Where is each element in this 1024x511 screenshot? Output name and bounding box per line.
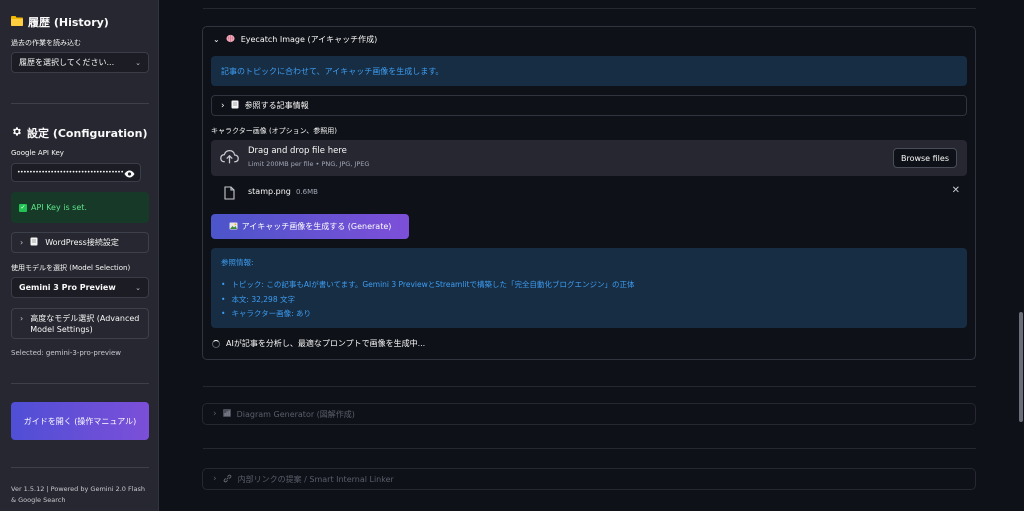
- article-info-expander[interactable]: › 参照する記事情報: [211, 95, 967, 116]
- brain-icon: [226, 34, 235, 45]
- file-dropzone[interactable]: Drag and drop file here Limit 200MB per …: [211, 140, 967, 176]
- scrollbar[interactable]: [1018, 0, 1024, 511]
- model-select[interactable]: Gemini 3 Pro Preview ⌄: [11, 277, 149, 298]
- reference-title: 参照情報:: [221, 258, 254, 267]
- config-heading-text: 設定 (Configuration): [27, 127, 148, 140]
- spinner-icon: [212, 339, 220, 348]
- chevron-right-icon: ›: [213, 409, 217, 419]
- chevron-right-icon: ›: [20, 314, 24, 323]
- chevron-down-icon: ⌄: [135, 283, 141, 292]
- memo-icon: [231, 100, 239, 111]
- chevron-down-icon: ⌄: [135, 58, 141, 67]
- sidebar: 履歴 (History) 過去の作業を読み込む 履歴を選択してください... ⌄…: [0, 0, 159, 511]
- generate-button-label: アイキャッチ画像を生成する (Generate): [241, 222, 392, 231]
- dropzone-title: Drag and drop file here: [248, 146, 347, 156]
- browse-files-button[interactable]: Browse files: [892, 148, 957, 168]
- sidebar-divider: [11, 103, 149, 104]
- character-image-label: キャラクター画像 (オプション、参照用): [211, 127, 337, 135]
- advanced-model-expander[interactable]: › 高度なモデル選択 (Advanced Model Settings): [11, 308, 149, 339]
- eyecatch-info-alert: 記事のトピックに合わせて、アイキャッチ画像を生成します。: [211, 56, 967, 86]
- scrollbar-thumb[interactable]: [1019, 312, 1023, 422]
- link-icon: [223, 474, 232, 485]
- list-item: 本文: 32,298 文字: [221, 293, 634, 308]
- open-guide-button[interactable]: ガイドを開く (操作マニュアル): [11, 402, 149, 440]
- api-key-status-text: API Key is set.: [31, 203, 87, 212]
- list-item: トピック: この記事もAIが書いてます。Gemini 3 PreviewとStr…: [221, 278, 634, 293]
- diagram-generator-expander[interactable]: › Diagram Generator (図解作成): [202, 403, 976, 425]
- memo-icon: [30, 237, 38, 248]
- file-size: 0.6MB: [296, 188, 318, 196]
- guide-button-label: ガイドを開く (操作マニュアル): [23, 416, 137, 426]
- history-select-value: 履歴を選択してください...: [19, 58, 115, 67]
- chevron-right-icon: ›: [213, 474, 217, 484]
- close-icon[interactable]: ✕: [952, 185, 960, 196]
- sidebar-divider: [11, 467, 149, 468]
- reference-info-alert: 参照情報: トピック: この記事もAIが書いてます。Gemini 3 Previ…: [211, 248, 967, 328]
- history-heading-text: 履歴 (History): [28, 16, 109, 29]
- chevron-right-icon: ›: [20, 238, 24, 247]
- chevron-right-icon: ›: [221, 100, 225, 111]
- eyecatch-info-text: 記事のトピックに合わせて、アイキャッチ画像を生成します。: [221, 66, 444, 76]
- history-select[interactable]: 履歴を選択してください... ⌄: [11, 52, 149, 73]
- model-label: 使用モデルを選択 (Model Selection): [11, 264, 131, 272]
- generation-spinner: AIが記事を分析し、最適なプロンプトで画像を生成中...: [212, 338, 425, 349]
- chart-icon: [222, 409, 231, 419]
- api-key-field[interactable]: [11, 163, 141, 182]
- api-key-status-alert: ✓ API Key is set.: [11, 192, 149, 223]
- reference-list: トピック: この記事もAIが書いてます。Gemini 3 PreviewとStr…: [221, 278, 634, 322]
- history-label: 過去の作業を読み込む: [11, 39, 81, 47]
- internal-link-expander-label: 内部リンクの提案 / Smart Internal Linker: [237, 474, 394, 484]
- wordpress-expander-label: WordPress接続設定: [45, 238, 119, 247]
- internal-link-expander[interactable]: › 内部リンクの提案 / Smart Internal Linker: [202, 468, 976, 490]
- eyecatch-header-text: Eyecatch Image (アイキャッチ作成): [240, 34, 378, 44]
- model-select-value: Gemini 3 Pro Preview: [19, 283, 116, 292]
- article-info-expander-label: 参照する記事情報: [244, 101, 309, 110]
- picture-icon: [229, 222, 238, 232]
- section-divider: [203, 386, 976, 387]
- uploaded-file-row: stamp.png 0.6MB ✕: [222, 183, 962, 203]
- api-key-input[interactable]: [17, 169, 124, 176]
- generate-eyecatch-button[interactable]: アイキャッチ画像を生成する (Generate): [211, 214, 409, 239]
- history-heading: 履歴 (History): [11, 14, 109, 30]
- sidebar-divider: [11, 383, 149, 384]
- api-key-label: Google API Key: [11, 149, 64, 157]
- eyecatch-expander-header[interactable]: ⌄ Eyecatch Image (アイキャッチ作成): [213, 31, 377, 47]
- check-icon: ✓: [19, 203, 27, 212]
- chevron-down-icon: ⌄: [213, 34, 220, 44]
- advanced-model-expander-label: 高度なモデル選択 (Advanced Model Settings): [30, 314, 140, 334]
- config-heading: 設定 (Configuration): [11, 125, 147, 141]
- spinner-text: AIが記事を分析し、最適なプロンプトで画像を生成中...: [226, 339, 426, 348]
- gear-icon: [11, 126, 22, 140]
- eye-icon[interactable]: [124, 163, 135, 182]
- cloud-upload-icon: [220, 149, 239, 169]
- list-item: キャラクター画像: あり: [221, 307, 634, 322]
- file-name: stamp.png: [248, 187, 291, 196]
- selected-model-text: Selected: gemini-3-pro-preview: [11, 349, 122, 357]
- section-divider: [203, 8, 976, 9]
- dropzone-subtitle: Limit 200MB per file • PNG, JPG, JPEG: [248, 160, 370, 168]
- wordpress-expander[interactable]: › WordPress接続設定: [11, 232, 149, 253]
- version-footer: Ver 1.5.12 | Powered by Gemini 2.0 Flash…: [11, 485, 146, 504]
- diagram-expander-label: Diagram Generator (図解作成): [236, 409, 355, 419]
- folder-icon: [11, 15, 23, 29]
- file-icon: [224, 185, 235, 204]
- section-divider: [203, 448, 976, 449]
